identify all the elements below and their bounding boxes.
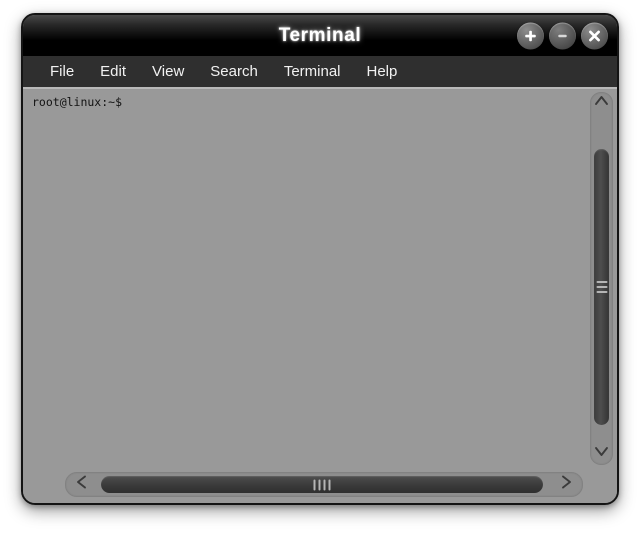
scroll-up-button[interactable]: [590, 92, 613, 114]
menu-item-view[interactable]: View: [139, 61, 197, 82]
chevron-left-icon: [74, 474, 90, 495]
minus-icon: [555, 28, 570, 43]
vertical-scrollbar-track[interactable]: [590, 114, 613, 443]
terminal-prompt-line: root@linux:~$: [32, 95, 123, 109]
close-button[interactable]: [581, 22, 608, 49]
horizontal-scrollbar-thumb[interactable]: [101, 476, 543, 493]
scroll-right-button[interactable]: [549, 474, 583, 495]
menu-item-file[interactable]: File: [37, 61, 87, 82]
vertical-scrollbar[interactable]: [590, 92, 613, 465]
menu-item-help[interactable]: Help: [354, 61, 411, 82]
title-bar[interactable]: Terminal: [23, 15, 617, 56]
menu-item-search[interactable]: Search: [197, 61, 271, 82]
chevron-right-icon: [558, 474, 574, 495]
horizontal-scrollbar[interactable]: [65, 472, 583, 497]
vertical-thumb-grip-icon: [596, 278, 607, 296]
terminal-output-area[interactable]: root@linux:~$: [23, 89, 588, 468]
maximize-button[interactable]: [517, 22, 544, 49]
window-body: root@linux:~$: [23, 89, 617, 503]
horizontal-scrollbar-track[interactable]: [99, 472, 549, 497]
scroll-down-button[interactable]: [590, 443, 613, 465]
close-icon: [587, 28, 602, 43]
chevron-up-icon: [594, 94, 609, 112]
chevron-down-icon: [594, 445, 609, 463]
window-controls: [517, 22, 608, 49]
terminal-window: Terminal File Edit View Search Terminal …: [21, 13, 619, 505]
menu-item-edit[interactable]: Edit: [87, 61, 139, 82]
window-title: Terminal: [278, 24, 362, 46]
horizontal-thumb-grip-icon: [313, 479, 331, 490]
vertical-scrollbar-thumb[interactable]: [594, 149, 609, 425]
menu-bar: File Edit View Search Terminal Help: [23, 56, 617, 89]
minimize-button[interactable]: [549, 22, 576, 49]
menu-item-terminal[interactable]: Terminal: [271, 61, 354, 82]
scroll-left-button[interactable]: [65, 474, 99, 495]
plus-icon: [523, 28, 538, 43]
